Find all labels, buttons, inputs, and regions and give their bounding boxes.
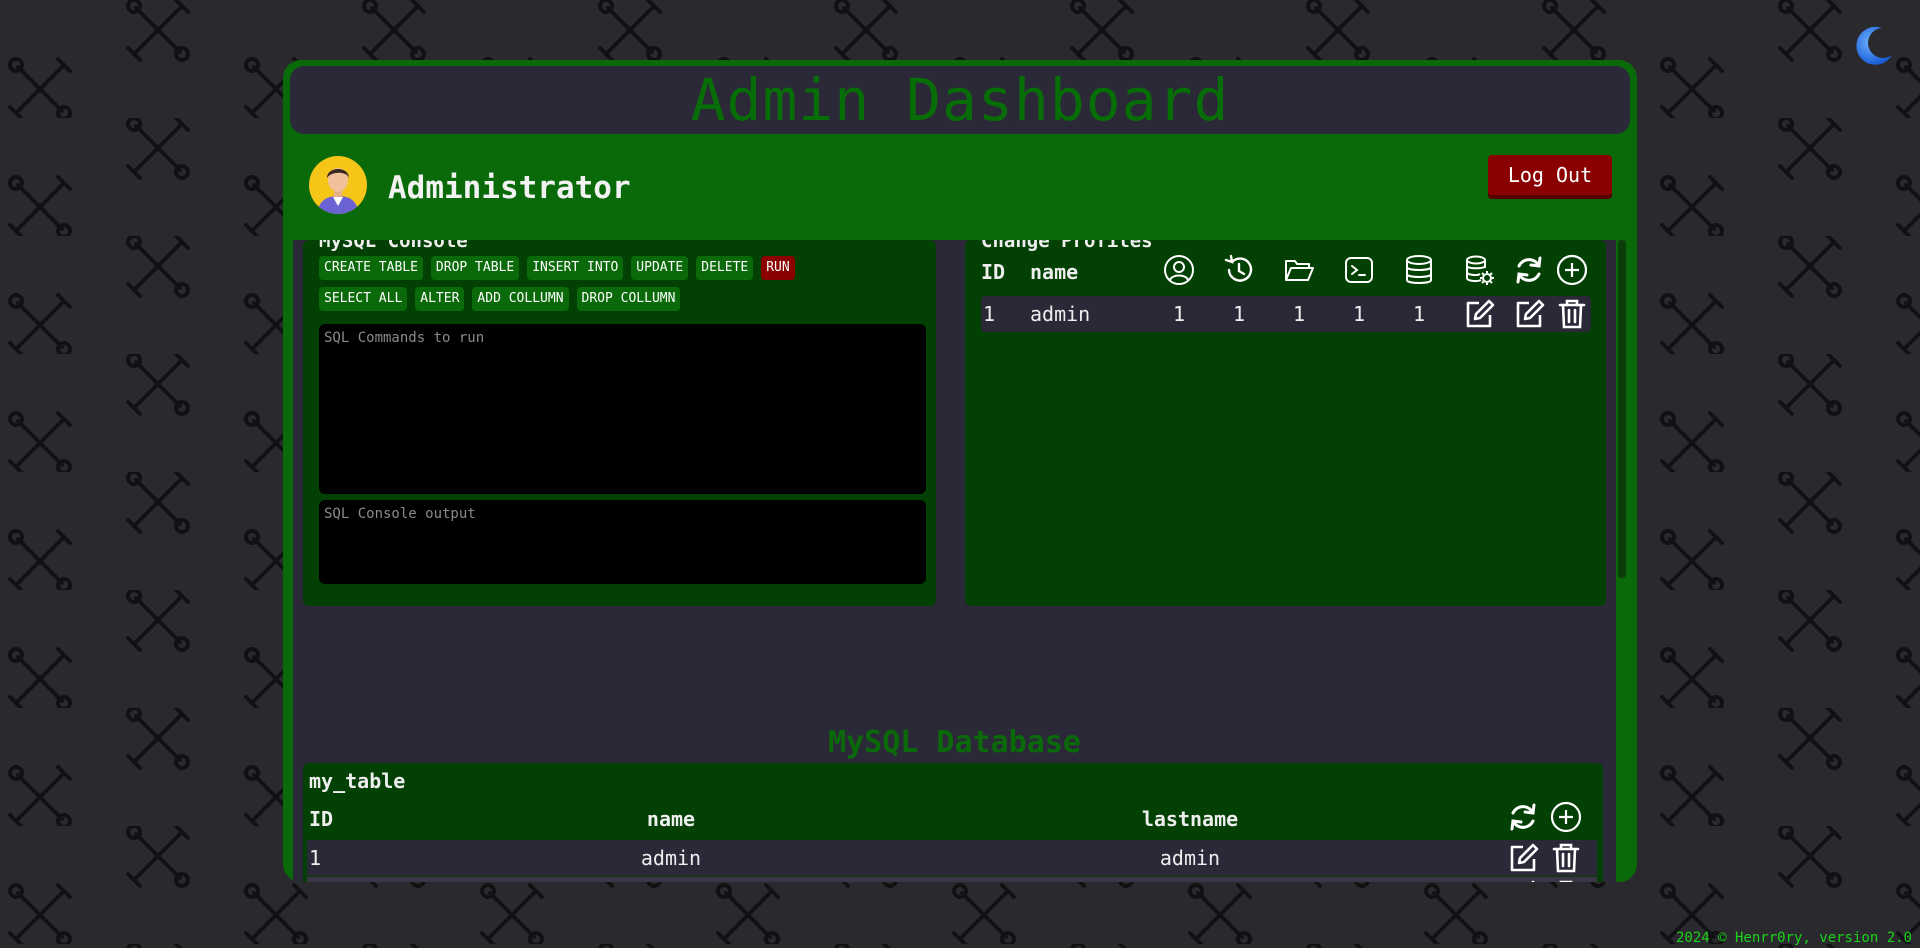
column-header-id: ID <box>309 807 334 831</box>
drop-table-button[interactable]: DROP TABLE <box>430 256 520 280</box>
profile-perm-database: 1 <box>1412 302 1426 326</box>
history-icon <box>1224 254 1253 282</box>
profiles-title: Change Profiles <box>981 240 1153 252</box>
add-column-button[interactable]: ADD COLLUMN <box>472 287 569 311</box>
sql-console-output[interactable] <box>319 500 926 584</box>
run-button[interactable]: RUN <box>761 256 795 280</box>
insert-into-button[interactable]: INSERT INTO <box>527 256 624 280</box>
profiles-header-name: name <box>1030 260 1079 284</box>
database-settings-icon <box>1466 255 1494 285</box>
cell-name: admin <box>640 846 702 870</box>
edit-icon[interactable] <box>1513 298 1545 330</box>
mysql-console-panel: MySQL Console CREATE TABLE DROP TABLE IN… <box>303 240 936 606</box>
column-header-name: name <box>646 807 696 831</box>
terminal-icon <box>1345 257 1373 283</box>
scrollbar-thumb[interactable] <box>1618 240 1626 578</box>
add-circle-icon[interactable] <box>1550 801 1582 833</box>
profile-id: 1 <box>983 302 996 326</box>
cell-lastname: admin <box>1159 846 1221 870</box>
trash-icon[interactable] <box>1551 879 1581 882</box>
delete-button[interactable]: DELETE <box>696 256 754 280</box>
folder-open-icon <box>1285 260 1314 281</box>
table-header-row: ID name lastname <box>307 801 1597 837</box>
cell-id: 1 <box>309 846 322 870</box>
change-profiles-panel: Change Profiles ID name 1 admin 1 1 1 1 … <box>965 240 1606 606</box>
select-all-button[interactable]: SELECT ALL <box>319 287 408 311</box>
table-row: 1 admin admin <box>307 840 1597 876</box>
edit-icon[interactable] <box>1507 879 1539 882</box>
table-row: 2 gdfg dfgdf <box>307 877 1597 882</box>
profile-perm-user: 1 <box>1172 302 1186 326</box>
create-table-button[interactable]: CREATE TABLE <box>319 256 423 280</box>
refresh-icon[interactable] <box>1507 801 1539 833</box>
main-content: MySQL Console CREATE TABLE DROP TABLE IN… <box>293 240 1616 882</box>
profile-perm-history: 1 <box>1232 302 1246 326</box>
edit-icon[interactable] <box>1463 298 1495 330</box>
column-header-lastname: lastname <box>1141 807 1239 831</box>
add-circle-icon[interactable] <box>1556 254 1588 286</box>
edit-icon[interactable] <box>1507 842 1539 874</box>
database-table-panel: my_table ID name lastname 1 admin admin <box>303 763 1603 882</box>
trash-icon[interactable] <box>1551 842 1581 874</box>
console-buttons-row-2: SELECT ALL ALTER ADD COLLUMN DROP COLLUM… <box>319 287 681 311</box>
drop-column-button[interactable]: DROP COLLUMN <box>576 287 681 311</box>
database-title: MySQL Database <box>828 725 1081 760</box>
title-bar: Admin Dashboard <box>290 66 1630 134</box>
table-name: my_table <box>309 769 406 793</box>
profiles-header-id: ID <box>981 260 1006 284</box>
profile-perm-console: 1 <box>1352 302 1366 326</box>
user-name: Administrator <box>388 170 631 206</box>
avatar <box>309 156 367 214</box>
dark-mode-toggle-icon[interactable] <box>1852 22 1898 68</box>
profile-row: 1 admin 1 1 1 1 1 <box>981 296 1591 332</box>
sql-command-input[interactable] <box>319 324 926 494</box>
trash-icon[interactable] <box>1557 298 1587 330</box>
page-title: Admin Dashboard <box>690 66 1230 134</box>
alter-button[interactable]: ALTER <box>415 287 465 311</box>
profile-perm-files: 1 <box>1292 302 1306 326</box>
profiles-header-row: ID name <box>981 252 1591 292</box>
refresh-icon[interactable] <box>1513 254 1545 286</box>
database-icon <box>1406 255 1432 284</box>
dashboard-frame: Admin Dashboard Administrator Log Out My… <box>283 60 1637 882</box>
console-title: MySQL Console <box>319 240 468 252</box>
footer-credits: 2024 © Henrr0ry, version 2.0 <box>1675 930 1912 946</box>
console-buttons-row-1: CREATE TABLE DROP TABLE INSERT INTO UPDA… <box>319 256 795 280</box>
logout-button[interactable]: Log Out <box>1488 155 1612 195</box>
update-button[interactable]: UPDATE <box>631 256 689 280</box>
user-circle-icon <box>1164 255 1194 285</box>
profile-name: admin <box>1030 302 1091 326</box>
